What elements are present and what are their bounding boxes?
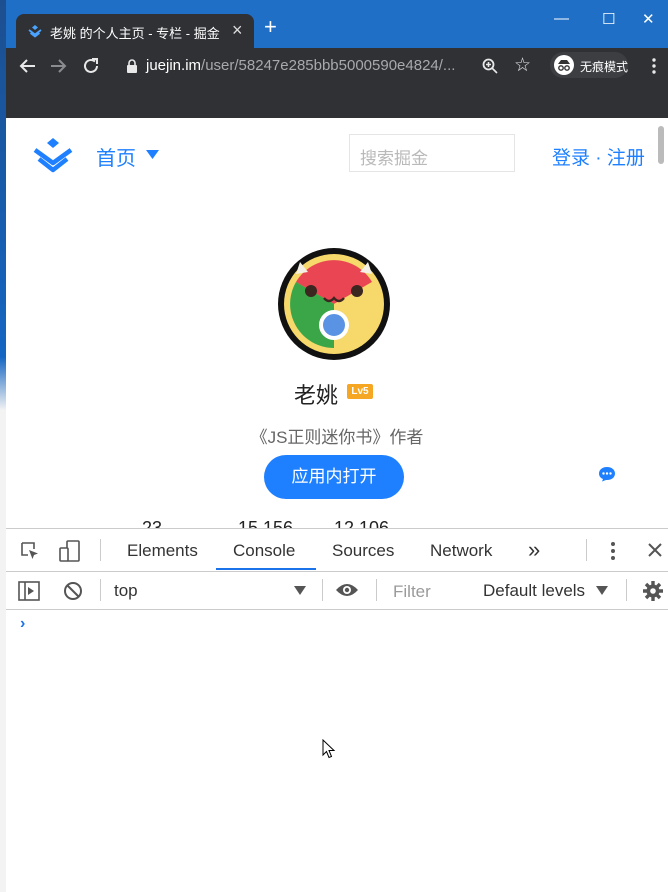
devtools-menu-icon[interactable] [610, 541, 616, 561]
browser-menu-icon[interactable] [652, 58, 656, 74]
new-tab-button[interactable]: + [264, 14, 277, 40]
tab-network[interactable]: Network [430, 541, 492, 561]
inspect-element-icon[interactable] [20, 541, 40, 561]
devtools-close-icon[interactable] [647, 542, 663, 558]
clear-console-icon[interactable] [63, 581, 83, 601]
bookmark-star-icon[interactable]: ☆ [514, 54, 531, 77]
back-icon[interactable] [18, 58, 36, 74]
live-expression-eye-icon[interactable] [335, 582, 359, 598]
avatar[interactable] [278, 248, 390, 360]
nav-home-link[interactable]: 首页 [96, 142, 136, 171]
reload-icon[interactable] [82, 57, 100, 75]
incognito-icon [554, 55, 574, 75]
devtools-panel: Elements Console Sources Network » top F… [6, 528, 668, 892]
toolbar-separator [376, 579, 377, 601]
user-bio: 《JS正则迷你书》作者 [250, 428, 424, 447]
device-toolbar-icon[interactable] [58, 539, 82, 563]
open-in-app-button[interactable]: 应用内打开 [264, 455, 404, 499]
zoom-icon[interactable] [482, 58, 498, 74]
console-settings-gear-icon[interactable] [642, 580, 664, 602]
browser-tab[interactable]: 老姚 的个人主页 - 专栏 - 掘金 × [16, 14, 254, 48]
console-toolbar: top Filter Default levels [6, 571, 668, 610]
tab-sources[interactable]: Sources [332, 541, 394, 561]
caret-down-icon[interactable] [146, 150, 159, 159]
filter-input[interactable]: Filter [393, 582, 431, 602]
more-tabs-button[interactable]: » [528, 537, 540, 563]
context-selector[interactable]: top [114, 581, 138, 601]
minimize-button[interactable]: — [554, 10, 569, 27]
toolbar-separator [100, 579, 101, 601]
toolbar-separator [626, 579, 627, 601]
web-page: 首页 搜索掘金 登录 · 注册 老姚 Lv5 《JS正则迷你书》作者 应用内打开 [6, 118, 668, 538]
window-close-button[interactable]: ✕ [642, 10, 655, 28]
context-dropdown-icon[interactable] [294, 586, 306, 595]
chat-bubble-icon[interactable] [598, 466, 616, 482]
tab-elements[interactable]: Elements [127, 541, 198, 561]
levels-dropdown-icon[interactable] [596, 586, 608, 595]
avatar-image [284, 254, 384, 354]
search-input[interactable]: 搜索掘金 [349, 134, 515, 172]
incognito-badge[interactable]: 无痕模式 [550, 52, 628, 78]
browser-toolbar: juejin.im/user/58247e285bbb5000590e4824/… [6, 48, 668, 84]
devtools-tab-bar: Elements Console Sources Network » [6, 529, 668, 572]
browser-window: 老姚 的个人主页 - 专栏 - 掘金 × + — ☐ ✕ juejin.im/u… [6, 0, 668, 892]
tab-title: 老姚 的个人主页 - 专栏 - 掘金 [50, 26, 220, 41]
address-bar[interactable]: juejin.im/user/58247e285bbb5000590e4824/… [146, 57, 455, 74]
log-levels-dropdown[interactable]: Default levels [483, 581, 585, 601]
active-tab-indicator [216, 568, 316, 570]
toolbar-separator [586, 539, 587, 561]
url-host: juejin.im [146, 57, 202, 74]
toolbar-separator [100, 539, 101, 561]
show-sidebar-icon[interactable] [18, 581, 40, 601]
device-toolbar-area [6, 84, 668, 118]
console-prompt[interactable]: › [20, 615, 25, 633]
url-path: /user/58247e285bbb5000590e4824/... [201, 57, 456, 74]
page-scrollbar[interactable] [658, 126, 664, 164]
juejin-logo-icon[interactable] [30, 136, 76, 174]
forward-icon[interactable] [50, 58, 68, 74]
tab-close-icon[interactable]: × [232, 20, 243, 41]
toolbar-separator [322, 579, 323, 601]
login-register-link[interactable]: 登录 · 注册 [552, 143, 645, 170]
title-bar: 老姚 的个人主页 - 专栏 - 掘金 × + — ☐ ✕ [6, 0, 668, 48]
tab-console[interactable]: Console [233, 541, 295, 561]
incognito-label: 无痕模式 [580, 60, 629, 74]
username: 老姚 [294, 383, 339, 408]
level-badge: Lv5 [347, 384, 373, 399]
mouse-cursor-icon [322, 739, 336, 759]
juejin-favicon-icon [28, 25, 42, 38]
lock-icon[interactable] [126, 59, 138, 73]
maximize-button[interactable]: ☐ [602, 10, 615, 28]
